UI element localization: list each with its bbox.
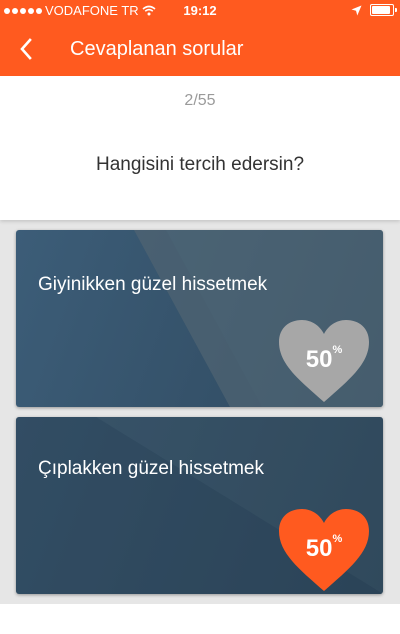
- question-counter: 2/55: [184, 92, 216, 109]
- question-text: Hangisini tercih edersin?: [95, 154, 305, 175]
- bottom-bar: [0, 604, 400, 634]
- page-title: Cevaplanan sorular: [70, 38, 244, 60]
- percent-value-2: 50%: [305, 533, 343, 562]
- status-time: 19:12: [183, 3, 217, 18]
- option-card-1[interactable]: Giyinikken güzel hissetmek 50%: [16, 230, 383, 407]
- percent-heart-1: 50%: [277, 318, 371, 404]
- top-app-bar: Cevaplanan sorular: [0, 22, 400, 76]
- option-2-label: Çıplakken güzel hissetmek: [38, 458, 264, 479]
- battery-icon: [370, 4, 397, 16]
- question-header: 2/55 Hangisini tercih edersin?: [0, 76, 400, 220]
- percent-heart-2: 50%: [277, 507, 371, 593]
- option-1-label: Giyinikken güzel hissetmek: [38, 274, 268, 295]
- percent-value-1: 50%: [305, 344, 343, 373]
- status-bar: VODAFONE TR 19:12: [0, 0, 400, 22]
- location-arrow-icon: [351, 5, 362, 15]
- option-card-2[interactable]: Çıplakken güzel hissetmek 50%: [16, 417, 383, 594]
- chevron-left-icon[interactable]: [14, 34, 40, 64]
